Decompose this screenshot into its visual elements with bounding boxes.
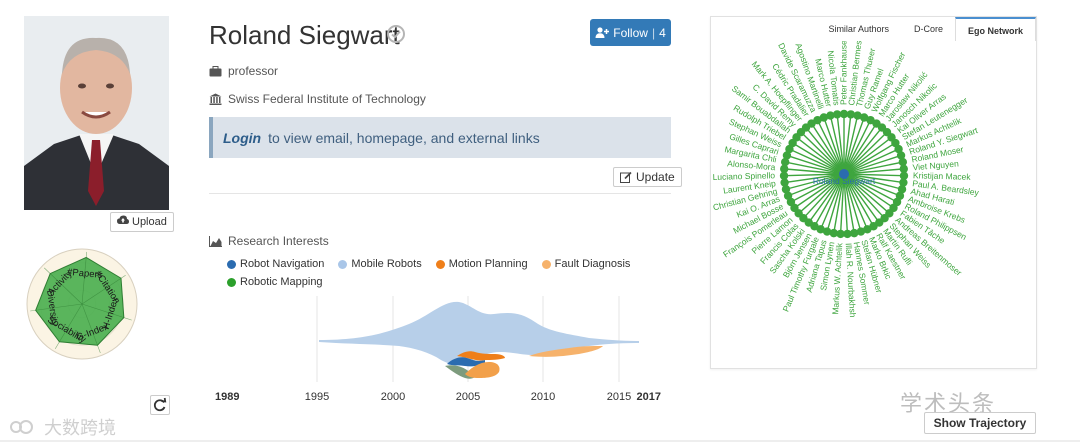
legend-item[interactable]: Mobile Robots — [338, 258, 422, 270]
legend-dot — [227, 277, 236, 287]
update-label: Update — [636, 170, 675, 184]
update-button[interactable]: Update — [613, 167, 682, 187]
divider — [209, 193, 671, 194]
tab-d-core[interactable]: D-Core — [901, 17, 955, 41]
edit-icon — [620, 171, 632, 183]
area-chart-icon — [209, 235, 222, 247]
ego-center-label: Roland Siegwart — [813, 176, 876, 186]
author-name: Roland Siegwart — [209, 20, 400, 50]
follow-button[interactable]: Follow | 4 — [590, 19, 671, 46]
upload-label: Upload — [132, 216, 167, 228]
legend-item[interactable]: Fault Diagnosis — [541, 258, 631, 270]
network-tabs: Similar Authors D-Core Ego Network — [815, 17, 1036, 41]
radar-chart: #Papers#CitationH-IndexG-IndexSociabilit… — [26, 248, 138, 360]
legend-item[interactable]: Motion Planning — [435, 258, 528, 270]
ego-network-graph: Peter FankhauserChristian BermesThomas T… — [712, 41, 980, 318]
institution-icon — [209, 93, 222, 105]
refresh-button[interactable] — [150, 395, 170, 415]
axis-tick-label: 1989 — [215, 391, 239, 403]
briefcase-icon — [209, 65, 222, 76]
tab-similar-authors[interactable]: Similar Authors — [815, 17, 901, 41]
legend-label: Robot Navigation — [240, 258, 325, 270]
cloud-upload-icon — [117, 213, 129, 231]
axis-tick-label: 2017 — [637, 391, 661, 403]
watermark-left: 大数跨境 — [10, 414, 116, 440]
axis-tick-label: 2010 — [531, 391, 555, 403]
legend-item[interactable]: Robotic Mapping — [227, 276, 323, 288]
follow-label: Follow — [613, 25, 648, 40]
legend-label: Fault Diagnosis — [554, 258, 631, 270]
bottom-divider — [0, 440, 1080, 442]
legend-dot — [338, 259, 348, 269]
show-trajectory-button[interactable]: Show Trajectory — [924, 412, 1036, 434]
affiliation-text: Swiss Federal Institute of Technology — [228, 92, 426, 106]
axis-tick-label: 2005 — [456, 391, 480, 403]
network-panel: Similar Authors D-Core Ego Network Peter F… — [710, 16, 1037, 369]
position-text: professor — [228, 64, 279, 78]
logo-icon — [10, 420, 33, 434]
follow-count: 4 — [659, 25, 666, 40]
legend-label: Mobile Robots — [351, 258, 422, 270]
axis-tick-label: 2000 — [381, 391, 405, 403]
axis-tick-label: 2015 — [607, 391, 631, 403]
ego-node-label[interactable]: Luciano Spinello — [713, 170, 776, 182]
refresh-icon — [153, 397, 167, 412]
position-row: professor — [209, 64, 278, 78]
axis-tick-label: 1995 — [305, 391, 329, 403]
ego-node[interactable] — [832, 110, 842, 119]
research-legend: Robot Navigation Mobile Robots Motion Plan… — [227, 258, 667, 288]
login-link[interactable]: Login — [223, 130, 261, 146]
legend-label: Robotic Mapping — [240, 276, 323, 288]
legend-dot — [227, 259, 236, 269]
legend-label: Motion Planning — [448, 258, 528, 270]
legend-dot — [435, 259, 445, 269]
login-hint: to view email, homepage, and external li… — [268, 129, 540, 146]
verified-check-icon — [387, 25, 405, 43]
login-banner: Login to view email, homepage, and exter… — [209, 117, 671, 158]
tab-ego-network[interactable]: Ego Network — [954, 17, 1036, 41]
research-interests-title: Research Interests — [209, 234, 329, 248]
affiliation-row: Swiss Federal Institute of Technology — [209, 92, 426, 106]
add-user-icon — [595, 27, 610, 38]
profile-photo — [24, 16, 169, 210]
legend-dot — [541, 259, 551, 269]
upload-button[interactable]: Upload — [110, 212, 174, 232]
research-streamgraph: 1989 1995 2000 2005 2010 2015 2017 — [215, 296, 661, 403]
legend-item[interactable]: Robot Navigation — [227, 258, 324, 270]
